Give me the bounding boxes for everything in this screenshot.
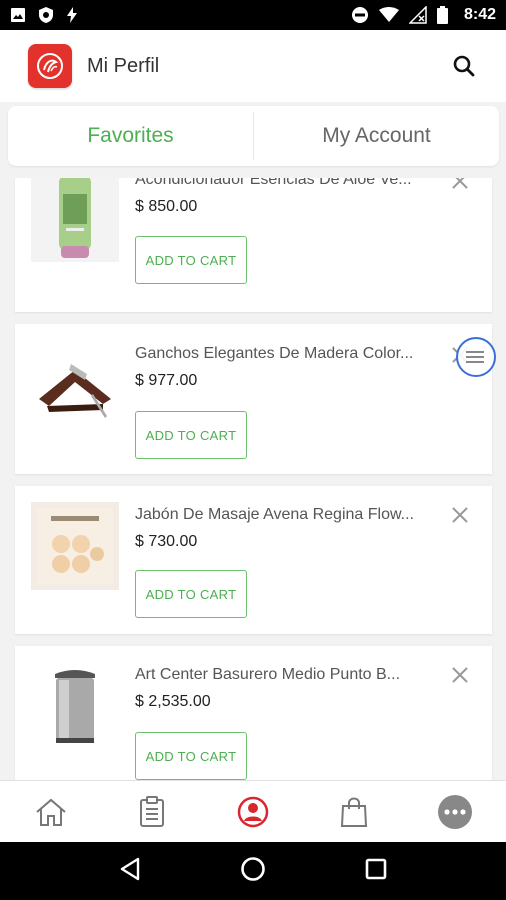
add-to-cart-button[interactable]: ADD TO CART: [135, 411, 247, 459]
touch-indicator: [456, 337, 496, 377]
favorite-item: Art Center Basurero Medio Punto B... $ 2…: [15, 646, 492, 780]
favorites-list[interactable]: Acondicionador Esencias De Aloe Ve... $ …: [0, 178, 506, 780]
add-to-cart-button[interactable]: ADD TO CART: [135, 570, 247, 618]
favorite-item: Jabón De Masaje Avena Regina Flow... $ 7…: [15, 486, 492, 634]
status-bar: 8:42: [0, 0, 506, 30]
system-nav-bar: [0, 842, 506, 900]
close-icon[interactable]: [451, 506, 469, 524]
battery-icon: [436, 6, 448, 24]
product-image-soap[interactable]: [31, 502, 119, 590]
tab-my-account[interactable]: My Account: [254, 106, 499, 166]
wifi-icon: [378, 7, 399, 23]
product-price: $ 977.00: [135, 372, 198, 389]
recents-icon[interactable]: [365, 858, 387, 885]
product-image-hangers[interactable]: [31, 344, 119, 432]
home-icon[interactable]: [21, 788, 81, 836]
more-icon[interactable]: [425, 788, 485, 836]
product-price: $ 850.00: [135, 198, 198, 215]
signal-off-icon: [408, 6, 427, 24]
bag-icon[interactable]: [324, 788, 384, 836]
page-title: Mi Perfil: [87, 54, 160, 77]
back-icon[interactable]: [119, 857, 141, 886]
product-name[interactable]: Acondicionador Esencias De Aloe Ve...: [135, 178, 441, 189]
tab-favorites[interactable]: Favorites: [8, 106, 253, 166]
orders-icon[interactable]: [122, 788, 182, 836]
dnd-icon: [351, 6, 369, 24]
add-to-cart-button[interactable]: ADD TO CART: [135, 236, 247, 284]
favorite-item: Acondicionador Esencias De Aloe Ve... $ …: [15, 178, 492, 312]
image-icon: [10, 7, 26, 23]
profile-icon[interactable]: [223, 788, 283, 836]
search-icon[interactable]: [450, 52, 478, 80]
favorite-item: Ganchos Elegantes De Madera Color... $ 9…: [15, 324, 492, 474]
product-name[interactable]: Ganchos Elegantes De Madera Color...: [135, 345, 441, 363]
status-time: 8:42: [463, 6, 496, 23]
bolt-icon: [66, 6, 78, 24]
product-name[interactable]: Art Center Basurero Medio Punto B...: [135, 666, 441, 684]
product-image-trash-can[interactable]: [31, 660, 119, 748]
product-image-conditioner[interactable]: [31, 178, 119, 262]
app-bar: Mi Perfil: [0, 30, 506, 102]
product-price: $ 2,535.00: [135, 693, 211, 710]
add-to-cart-button[interactable]: ADD TO CART: [135, 732, 247, 780]
tab-bar: Favorites My Account: [8, 106, 499, 166]
product-price: $ 730.00: [135, 533, 198, 550]
close-icon[interactable]: [451, 178, 469, 190]
bottom-nav: [0, 780, 506, 842]
shield-icon: [38, 6, 54, 24]
product-name[interactable]: Jabón De Masaje Avena Regina Flow...: [135, 506, 441, 524]
close-icon[interactable]: [451, 666, 469, 684]
home-button-icon[interactable]: [240, 856, 266, 887]
brand-logo[interactable]: [28, 44, 72, 88]
